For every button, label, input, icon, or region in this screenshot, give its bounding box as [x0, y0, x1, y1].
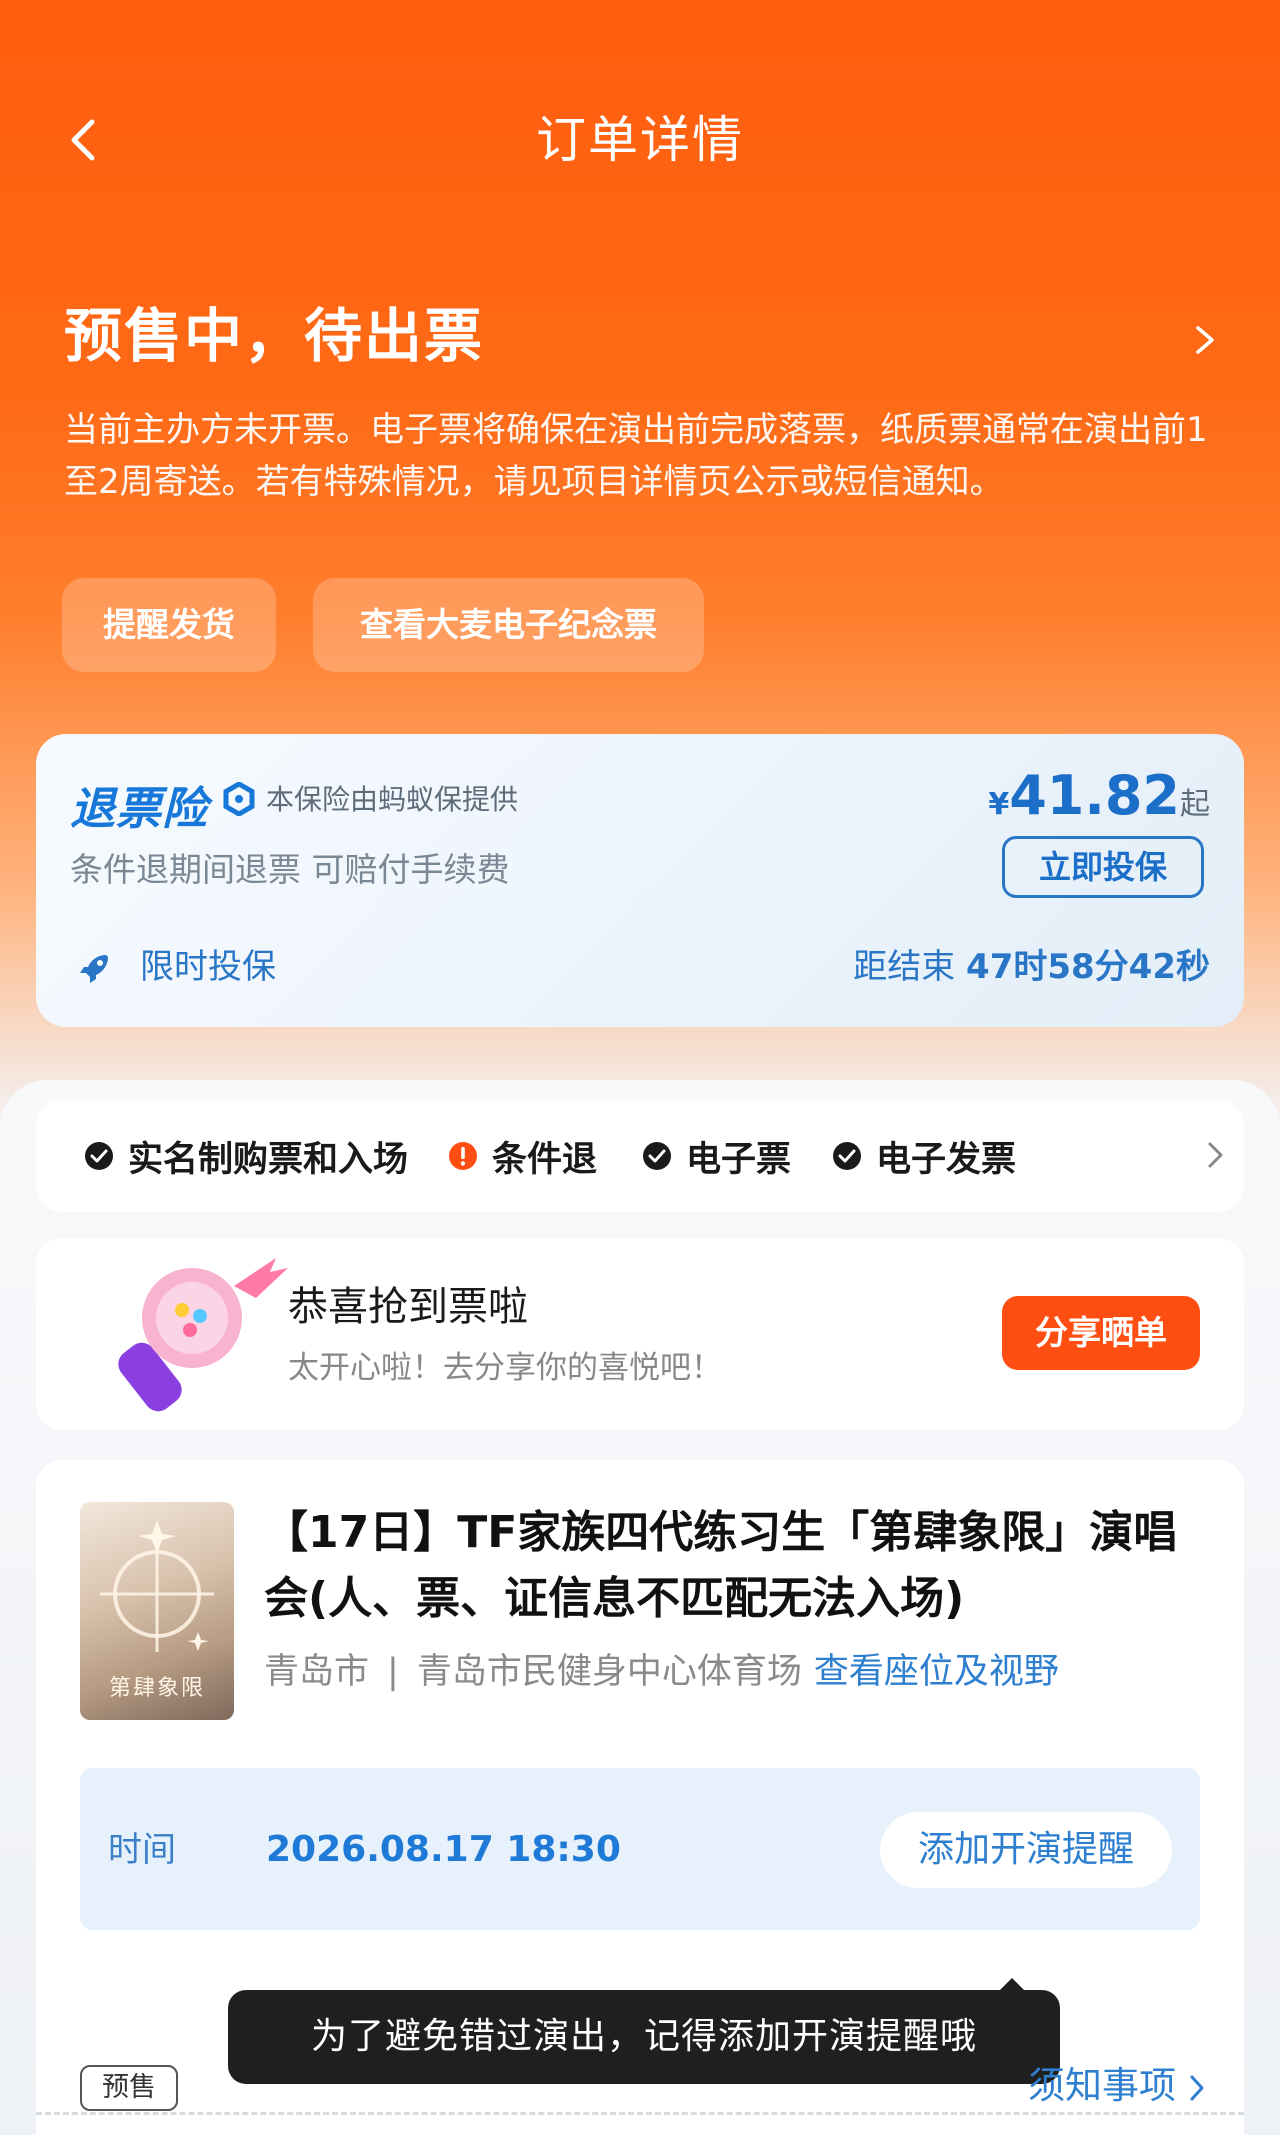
poster-title-text: 第肆象限: [108, 1676, 205, 1701]
show-title[interactable]: 【17日】TF家族四代练习生「第肆象限」演唱会(人、票、证信息不匹配无法入场): [264, 1500, 1214, 1632]
price-suffix: 起: [1180, 787, 1210, 822]
feature-label: 电子票: [686, 1139, 792, 1180]
feature-label: 电子发票: [876, 1139, 1017, 1180]
share-order-button[interactable]: 分享晒单: [1002, 1296, 1200, 1370]
order-status-title[interactable]: 预售中，待出票: [64, 300, 484, 372]
light-stick-illustration: [118, 1258, 288, 1412]
location-separator: |: [387, 1652, 399, 1692]
feature-real-name: 实名制购票和入场: [84, 1126, 408, 1186]
feature-e-invoice: 电子发票: [832, 1126, 1016, 1186]
notice-link[interactable]: 须知事项: [1028, 2056, 1206, 2116]
limited-time-label: 限时投保: [140, 947, 276, 987]
insurance-countdown: 距结束 47时58分42秒: [853, 942, 1210, 992]
show-info-card: 第肆象限 【17日】TF家族四代练习生「第肆象限」演唱会(人、票、证信息不匹配无…: [36, 1460, 1244, 2135]
tooltip-pointer: [1000, 1978, 1024, 1990]
feature-label: 条件退: [492, 1139, 598, 1180]
view-souvenir-ticket-button[interactable]: 查看大麦电子纪念票: [313, 578, 704, 672]
ticket-divider: [36, 2112, 1244, 2115]
chevron-right-icon[interactable]: [1204, 1138, 1226, 1172]
feature-e-ticket: 电子票: [642, 1126, 791, 1186]
notice-link-label: 须知事项: [1028, 2064, 1176, 2107]
check-circle-icon: [85, 1142, 113, 1170]
view-seat-link[interactable]: 查看座位及视野: [814, 1652, 1059, 1692]
show-city: 青岛市: [264, 1652, 370, 1692]
order-detail-page: 订单详情 预售中，待出票 当前主办方未开票。电子票将确保在演出前完成落票，纸质票…: [0, 0, 1280, 2135]
nav-bar: 订单详情: [0, 100, 1280, 180]
insurance-subtitle: 条件退期间退票 可赔付手续费: [70, 850, 510, 889]
ant-insurance-logo-icon: [223, 782, 255, 816]
share-title: 恭喜抢到票啦: [288, 1284, 528, 1330]
page-title: 订单详情: [536, 111, 744, 169]
feature-conditional-refund: 条件退: [448, 1126, 597, 1186]
show-time-box: 时间 2026.08.17 18:30 添加开演提醒: [80, 1768, 1200, 1930]
show-venue: 青岛市民健身中心体育场: [416, 1652, 802, 1692]
chevron-right-icon: [1190, 2075, 1204, 2100]
refund-insurance-card[interactable]: 退票险 本保险由蚂蚁保提供 条件退期间退票 可赔付手续费 ¥41.82起 立即投…: [36, 734, 1244, 1027]
show-poster[interactable]: 第肆象限: [80, 1502, 234, 1720]
feature-label: 实名制购票和入场: [128, 1139, 409, 1180]
ticket-features-bar[interactable]: 实名制购票和入场 条件退 电子票 电子发票: [36, 1100, 1244, 1212]
insurance-title: 退票险: [70, 782, 209, 835]
price-amount: 41.82: [1009, 764, 1180, 827]
countdown-value: 47时58分42秒: [966, 947, 1210, 987]
order-content-panel: 实名制购票和入场 条件退 电子票 电子发票 恭喜抢到票啦 太开心啦！去分享你的喜…: [0, 1080, 1280, 2135]
add-reminder-button[interactable]: 添加开演提醒: [880, 1812, 1172, 1888]
rocket-icon: [80, 955, 108, 983]
warning-circle-icon: [449, 1142, 477, 1170]
presale-badge: 预售: [80, 2065, 178, 2111]
show-location: 青岛市 | 青岛市民健身中心体育场 查看座位及视野: [264, 1646, 1059, 1698]
order-status-description: 当前主办方未开票。电子票将确保在演出前完成落票，纸质票通常在演出前1至2周寄送。…: [64, 410, 1208, 502]
show-time-value: 2026.08.17 18:30: [266, 1829, 621, 1870]
share-order-card: 恭喜抢到票啦 太开心啦！去分享你的喜悦吧！ 分享晒单: [36, 1238, 1244, 1430]
time-label: 时间: [108, 1830, 176, 1870]
insurance-provider: 本保险由蚂蚁保提供: [266, 783, 519, 816]
remind-ship-button[interactable]: 提醒发货: [62, 578, 276, 672]
countdown-prefix: 距结束: [853, 947, 956, 987]
insurance-price: ¥41.82起: [988, 764, 1210, 827]
price-currency: ¥: [988, 787, 1010, 822]
check-circle-icon: [833, 1142, 861, 1170]
share-subtitle: 太开心啦！去分享你的喜悦吧！: [288, 1350, 722, 1386]
chevron-right-icon[interactable]: [1190, 320, 1220, 360]
reminder-tooltip: 为了避免错过演出，记得添加开演提醒哦: [228, 1990, 1060, 2084]
check-circle-icon: [643, 1142, 671, 1170]
buy-insurance-button[interactable]: 立即投保: [1002, 836, 1204, 898]
